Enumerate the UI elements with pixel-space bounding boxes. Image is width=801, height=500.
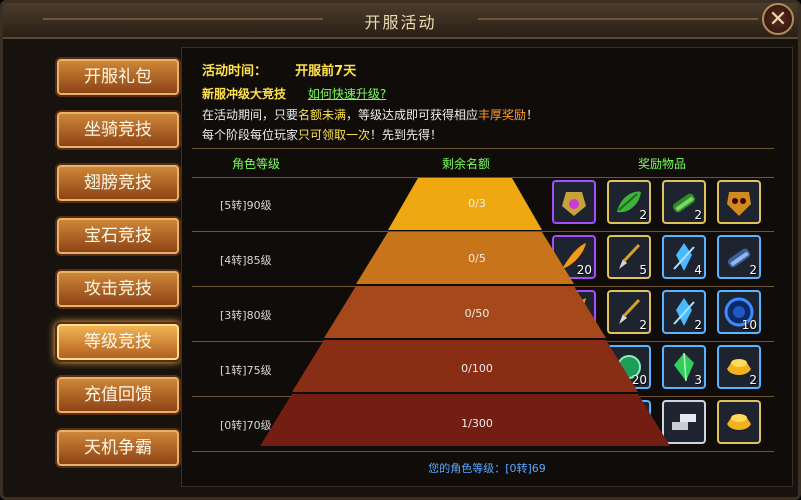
event-title: 新服冲级大竞技 bbox=[202, 87, 287, 101]
time-value: 开服前7天 bbox=[295, 64, 357, 79]
header-rewards: 奖励物品 bbox=[638, 157, 687, 171]
reward-table: 角色等级 剩余名额 奖励物品 [5转]90级 0/3 2 2 [4转]85级 0… bbox=[192, 148, 774, 458]
quota-not-full-text: 名额未满 bbox=[298, 108, 347, 122]
sidebar-item-opening-gift[interactable]: 开服礼包 bbox=[55, 57, 181, 97]
remaining-quota: 0/5 bbox=[468, 252, 486, 265]
sidebar-item-recharge-reward[interactable]: 充值回馈 bbox=[55, 375, 181, 415]
sidebar-item-gem-contest[interactable]: 宝石竞技 bbox=[55, 216, 181, 256]
rich-reward-text: 丰厚奖励 bbox=[478, 108, 527, 122]
window-title: 开服活动 bbox=[364, 13, 437, 32]
remaining-quota: 1/300 bbox=[461, 417, 493, 430]
title-bar: 开服活动 ✕ bbox=[3, 3, 798, 39]
player-level-text: 您的角色等级：[0转]69 bbox=[428, 462, 546, 475]
sidebar-item-tianji-battle[interactable]: 天机争霸 bbox=[55, 428, 181, 468]
header-level: 角色等级 bbox=[232, 157, 281, 171]
event-window: 开服活动 ✕ 开服礼包 坐骑竞技 翅膀竞技 宝石竞技 攻击竞技 等级竞技 充值回… bbox=[0, 0, 801, 500]
table-header: 角色等级 剩余名额 奖励物品 bbox=[192, 148, 774, 178]
sidebar-item-attack-contest[interactable]: 攻击竞技 bbox=[55, 269, 181, 309]
sidebar: 开服礼包 坐骑竞技 翅膀竞技 宝石竞技 攻击竞技 等级竞技 充值回馈 天机争霸 bbox=[15, 45, 181, 485]
sidebar-item-wings-contest[interactable]: 翅膀竞技 bbox=[55, 163, 181, 203]
remaining-quota: 0/100 bbox=[461, 362, 493, 375]
upgrade-help-link[interactable]: 如何快速升级? bbox=[308, 87, 386, 101]
header-remaining: 剩余名额 bbox=[442, 157, 491, 171]
main-panel: 活动时间： 开服前7天 新服冲级大竞技 如何快速升级? 在活动期间，只要名额未满… bbox=[181, 47, 793, 487]
claim-once-text: 只可领取一次 bbox=[298, 128, 371, 142]
sidebar-item-mount-contest[interactable]: 坐骑竞技 bbox=[55, 110, 181, 150]
time-label: 活动时间： bbox=[202, 64, 268, 79]
sidebar-item-level-contest[interactable]: 等级竞技 bbox=[55, 322, 181, 362]
description-line-1: 在活动期间，只要名额未满，等级达成即可获得相应丰厚奖励！ bbox=[202, 108, 539, 122]
description-line-2: 每个阶段每位玩家只可领取一次！先到先得！ bbox=[202, 128, 443, 142]
close-button[interactable]: ✕ bbox=[762, 3, 794, 35]
remaining-quota: 0/3 bbox=[468, 197, 486, 210]
remaining-quota: 0/50 bbox=[464, 307, 490, 320]
event-info: 活动时间： 开服前7天 新服冲级大竞技 如何快速升级? 在活动期间，只要名额未满… bbox=[202, 60, 762, 143]
close-icon: ✕ bbox=[768, 7, 788, 32]
